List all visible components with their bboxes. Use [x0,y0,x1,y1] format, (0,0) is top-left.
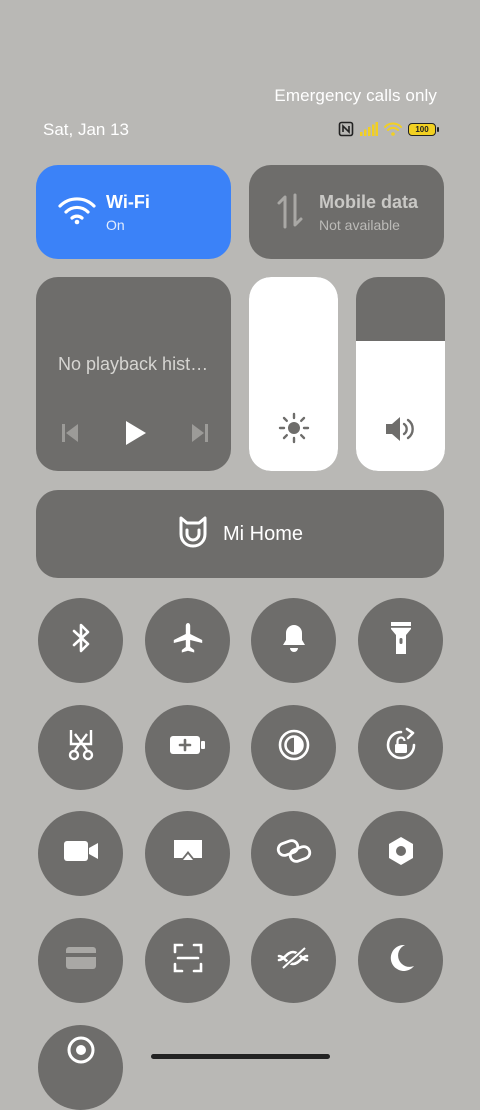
bluetooth-toggle[interactable] [38,598,123,683]
volume-fill [356,341,445,471]
wifi-status-icon [384,122,402,136]
date-label: Sat, Jan 13 [43,120,130,139]
next-track-icon[interactable] [190,422,210,449]
media-controls [60,420,210,451]
screenshot-toggle[interactable] [38,705,123,790]
moon-icon [385,942,417,979]
mi-home-label: Mi Home [222,522,303,545]
reading-mode-icon [277,728,311,767]
brightness-slider[interactable] [249,277,338,471]
card-icon [65,946,97,975]
sync-toggle[interactable] [251,918,336,1003]
video-camera-icon [63,839,99,868]
mi-home-icon [177,515,209,554]
scan-icon [172,942,204,979]
volume-slider[interactable] [356,277,445,471]
screencast-icon [172,837,204,870]
airplane-mode-toggle[interactable] [145,598,230,683]
wifi-title: Wi-Fi [106,192,150,212]
mobile-data-title: Mobile data [319,192,419,212]
wifi-tile[interactable]: Wi-Fi On [36,165,231,259]
sun-icon [278,412,310,449]
home-indicator[interactable] [151,1054,330,1059]
flashlight-icon [388,620,414,661]
play-icon[interactable] [123,420,147,451]
cast-screen-toggle[interactable] [145,811,230,896]
speaker-icon [384,414,418,449]
screen-recorder-toggle[interactable] [38,811,123,896]
mobile-data-tile[interactable]: Mobile data Not available [249,165,444,259]
nfc-icon [338,121,354,137]
status-icons: 100 [338,120,439,138]
dark-mode-toggle[interactable] [358,918,443,1003]
link-icon [276,836,312,871]
carrier-status: Emergency calls only [274,86,437,105]
wifi-state: On [106,217,125,233]
extra-toggle[interactable] [38,1025,123,1110]
battery-saver-icon [169,734,207,761]
wallet-toggle[interactable] [38,918,123,1003]
rotation-lock-icon [383,727,419,768]
flashlight-toggle[interactable] [358,598,443,683]
settings-toggle[interactable] [358,811,443,896]
mobile-data-state: Not available [319,217,400,233]
media-player-tile[interactable]: No playback hist… [36,277,231,471]
settings-hexagon-icon [386,835,416,872]
battery-icon: 100 [408,122,439,136]
reading-mode-toggle[interactable] [251,705,336,790]
sync-icon [277,946,311,975]
mi-home-tile[interactable]: Mi Home [36,490,444,578]
wifi-icon [58,195,96,230]
ringer-toggle[interactable] [251,598,336,683]
link-toggle[interactable] [251,811,336,896]
previous-track-icon[interactable] [60,422,80,449]
mobile-data-icon [275,193,305,234]
bluetooth-icon [67,622,95,659]
signal-icon [360,122,378,136]
rotation-lock-toggle[interactable] [358,705,443,790]
airplane-icon [171,621,205,660]
battery-saver-toggle[interactable] [145,705,230,790]
cast-icon [66,1035,96,1070]
scanner-toggle[interactable] [145,918,230,1003]
media-status-text: No playback hist… [58,354,209,374]
bell-icon [279,622,309,659]
scissors-icon [66,728,96,767]
